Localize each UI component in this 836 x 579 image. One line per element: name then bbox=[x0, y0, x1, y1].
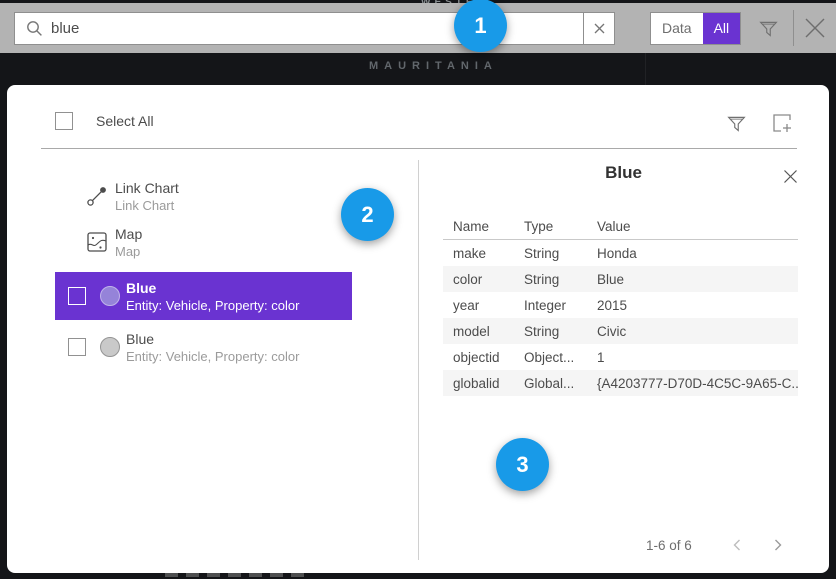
callout-1: 1 bbox=[454, 0, 507, 52]
col-name: Name bbox=[453, 219, 524, 234]
select-all-label: Select All bbox=[96, 113, 154, 129]
map-icon bbox=[86, 231, 108, 253]
result-title: Blue bbox=[126, 280, 299, 296]
cell-type: Object... bbox=[524, 350, 597, 365]
callout-3: 3 bbox=[496, 438, 549, 491]
results-panel: Select All Link Chart Link Chart Map Map… bbox=[7, 85, 829, 573]
cell-value: Blue bbox=[597, 272, 798, 287]
cell-name: objectid bbox=[453, 350, 524, 365]
property-row: make String Honda bbox=[443, 240, 798, 266]
search-toolbar: Data All bbox=[0, 3, 836, 53]
cell-value: 1 bbox=[597, 350, 798, 365]
entity-circle-icon bbox=[100, 286, 120, 306]
cell-type: String bbox=[524, 246, 597, 261]
next-page-button[interactable] bbox=[766, 533, 790, 557]
result-item-blue[interactable]: Blue Entity: Vehicle, Property: color bbox=[55, 325, 352, 369]
result-title: Link Chart bbox=[115, 180, 179, 196]
search-icon bbox=[15, 13, 51, 44]
clear-search-button[interactable] bbox=[583, 13, 614, 44]
cell-name: color bbox=[453, 272, 524, 287]
previous-page-button[interactable] bbox=[725, 533, 749, 557]
cell-type: String bbox=[524, 272, 597, 287]
pagination: 1-6 of 6 bbox=[418, 533, 829, 557]
cell-name: globalid bbox=[453, 376, 524, 391]
result-item-map[interactable]: Map Map bbox=[55, 221, 352, 263]
map-label-mauritania: MAURITANIA bbox=[369, 60, 498, 72]
result-subtitle: Link Chart bbox=[115, 198, 179, 213]
col-type: Type bbox=[524, 219, 597, 234]
cell-value: Honda bbox=[597, 246, 798, 261]
cell-name: model bbox=[453, 324, 524, 339]
callout-2: 2 bbox=[341, 188, 394, 241]
result-title: Blue bbox=[126, 331, 299, 347]
cell-value: Civic bbox=[597, 324, 798, 339]
result-subtitle: Entity: Vehicle, Property: color bbox=[126, 349, 299, 364]
result-checkbox[interactable] bbox=[68, 287, 86, 305]
toggle-option-all[interactable]: All bbox=[703, 13, 741, 44]
search-box bbox=[14, 12, 615, 45]
cell-value: {A4203777-D70D-4C5C-9A65-C... bbox=[597, 376, 798, 391]
property-row: model String Civic bbox=[443, 318, 798, 344]
property-row: color String Blue bbox=[443, 266, 798, 292]
select-all-checkbox[interactable] bbox=[55, 112, 73, 130]
result-item-link-chart[interactable]: Link Chart Link Chart bbox=[55, 175, 352, 217]
property-row: objectid Object... 1 bbox=[443, 344, 798, 370]
filter-button[interactable] bbox=[751, 11, 785, 45]
close-search-button[interactable] bbox=[798, 11, 832, 45]
property-table: Name Type Value make String Honda color … bbox=[443, 214, 798, 396]
map-border-line bbox=[645, 53, 646, 86]
cell-name: year bbox=[453, 298, 524, 313]
entity-circle-icon bbox=[100, 337, 120, 357]
data-all-toggle: Data All bbox=[650, 12, 741, 45]
cell-name: make bbox=[453, 246, 524, 261]
result-subtitle: Entity: Vehicle, Property: color bbox=[126, 298, 299, 313]
result-subtitle: Map bbox=[115, 244, 142, 259]
toggle-option-data[interactable]: Data bbox=[651, 13, 703, 44]
select-all-control[interactable]: Select All bbox=[55, 112, 154, 130]
cell-type: String bbox=[524, 324, 597, 339]
close-detail-button[interactable] bbox=[778, 164, 802, 188]
link-chart-icon bbox=[86, 185, 108, 207]
col-value: Value bbox=[597, 219, 798, 234]
toolbar-divider bbox=[793, 10, 794, 46]
result-checkbox[interactable] bbox=[68, 338, 86, 356]
pagination-label: 1-6 of 6 bbox=[646, 538, 692, 553]
cell-value: 2015 bbox=[597, 298, 798, 313]
detail-title: Blue bbox=[418, 163, 829, 183]
result-title: Map bbox=[115, 226, 142, 242]
property-row: globalid Global... {A4203777-D70D-4C5C-9… bbox=[443, 370, 798, 396]
property-table-header: Name Type Value bbox=[443, 214, 798, 240]
result-item-blue-selected[interactable]: Blue Entity: Vehicle, Property: color bbox=[55, 272, 352, 320]
property-row: year Integer 2015 bbox=[443, 292, 798, 318]
cell-type: Integer bbox=[524, 298, 597, 313]
cell-type: Global... bbox=[524, 376, 597, 391]
detail-pane: Blue Name Type Value make String Honda c… bbox=[418, 85, 829, 573]
